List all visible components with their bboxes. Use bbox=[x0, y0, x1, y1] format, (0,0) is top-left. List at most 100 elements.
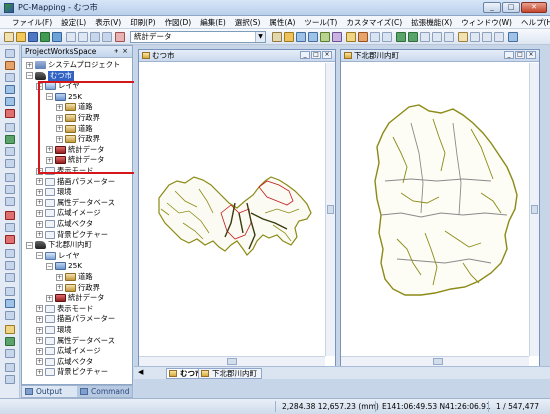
collapse-icon[interactable]: − bbox=[26, 241, 33, 249]
polygon-tool-icon[interactable] bbox=[5, 135, 15, 144]
copy-icon[interactable] bbox=[52, 32, 62, 42]
menu-tools[interactable]: ツール(T) bbox=[304, 17, 337, 28]
maximize-button[interactable]: □ bbox=[515, 51, 525, 59]
select-icon[interactable] bbox=[358, 32, 368, 42]
split-tool-icon[interactable] bbox=[5, 261, 15, 270]
refresh-icon[interactable] bbox=[332, 32, 342, 42]
options-tool-icon[interactable] bbox=[5, 375, 15, 384]
horizontal-scrollbar[interactable] bbox=[139, 356, 325, 366]
tree-node[interactable]: + 広域イメージ bbox=[36, 346, 101, 356]
help-icon[interactable] bbox=[508, 32, 518, 42]
tree-node[interactable]: + 広域ベクタ bbox=[36, 219, 93, 229]
expand-icon[interactable]: + bbox=[36, 188, 43, 196]
zoom-out-icon[interactable] bbox=[308, 32, 318, 42]
pan-icon[interactable] bbox=[272, 32, 282, 42]
frame-icon[interactable] bbox=[420, 32, 430, 42]
vertical-scrollbar[interactable] bbox=[325, 63, 335, 356]
copy-tool-icon[interactable] bbox=[5, 223, 15, 232]
expand-icon[interactable]: + bbox=[56, 273, 63, 281]
save-icon[interactable] bbox=[28, 32, 38, 42]
save-all-icon[interactable] bbox=[40, 32, 50, 42]
grid-icon[interactable] bbox=[370, 32, 380, 42]
undo-icon[interactable] bbox=[90, 32, 100, 42]
tree-node[interactable]: + 表示モード bbox=[36, 304, 93, 314]
cut-tool-icon[interactable] bbox=[5, 235, 15, 244]
move-tool-icon[interactable] bbox=[5, 185, 15, 194]
tree-node[interactable]: + 広域イメージ bbox=[36, 208, 101, 218]
expand-icon[interactable]: + bbox=[36, 358, 43, 366]
zoom-fit-icon[interactable] bbox=[320, 32, 330, 42]
collapse-icon[interactable]: − bbox=[26, 72, 33, 80]
delete-tool-icon[interactable] bbox=[5, 211, 15, 220]
menu-settings[interactable]: 設定(L) bbox=[61, 17, 86, 28]
layer-icon[interactable] bbox=[115, 32, 125, 42]
tree-node[interactable]: − 25K bbox=[46, 261, 82, 271]
tree-node[interactable]: + 道路 bbox=[56, 272, 93, 282]
search-tool-icon[interactable] bbox=[5, 109, 15, 118]
menu-draw[interactable]: 作図(D) bbox=[165, 17, 192, 28]
layer-toggle-icon[interactable] bbox=[408, 32, 418, 42]
find-tool-icon[interactable] bbox=[5, 299, 15, 308]
expand-icon[interactable]: + bbox=[46, 294, 53, 302]
zoom-tool-icon[interactable] bbox=[5, 85, 15, 94]
expand-icon[interactable]: + bbox=[26, 61, 33, 69]
close-button[interactable]: × bbox=[322, 51, 332, 59]
paste-icon[interactable] bbox=[78, 32, 88, 42]
menu-extensions[interactable]: 拡張機能(X) bbox=[411, 17, 452, 28]
tab-prev-icon[interactable]: ◀ bbox=[138, 368, 143, 376]
expand-icon[interactable]: + bbox=[36, 337, 43, 345]
tree-node[interactable]: + システムプロジェクト bbox=[26, 60, 120, 70]
collapse-icon[interactable]: − bbox=[46, 262, 53, 270]
label-tool-icon[interactable] bbox=[5, 311, 15, 320]
menu-edit[interactable]: 編集(E) bbox=[200, 17, 226, 28]
tree-node[interactable]: − 下北郡川内町 bbox=[26, 240, 92, 250]
menu-window[interactable]: ウィンドウ(W) bbox=[461, 17, 512, 28]
chevron-down-icon[interactable]: ▼ bbox=[255, 32, 265, 42]
line-tool-icon[interactable] bbox=[5, 123, 15, 132]
area-tool-icon[interactable] bbox=[5, 337, 15, 346]
expand-icon[interactable]: + bbox=[36, 315, 43, 323]
expand-icon[interactable]: + bbox=[36, 220, 43, 228]
map-canvas-mutsu[interactable] bbox=[139, 63, 325, 357]
scroll-thumb[interactable] bbox=[531, 205, 538, 214]
tree-node[interactable]: + 背景ピクチャー bbox=[36, 230, 108, 240]
close-icon[interactable]: × bbox=[122, 46, 128, 57]
scroll-thumb[interactable] bbox=[227, 358, 237, 365]
tree-node[interactable]: + 背景ピクチャー bbox=[36, 367, 108, 377]
map-canvas-kawauchi[interactable] bbox=[341, 63, 529, 357]
expand-icon[interactable]: + bbox=[36, 347, 43, 355]
collapse-icon[interactable]: − bbox=[36, 252, 43, 260]
settings-icon[interactable] bbox=[482, 32, 492, 42]
tab-command[interactable]: Command bbox=[77, 386, 132, 397]
menu-select[interactable]: 選択(S) bbox=[235, 17, 261, 28]
menu-view[interactable]: 表示(V) bbox=[95, 17, 121, 28]
split-icon[interactable] bbox=[444, 32, 454, 42]
text-tool-icon[interactable] bbox=[5, 159, 15, 168]
close-button[interactable]: × bbox=[526, 51, 536, 59]
menu-attribute[interactable]: 属性(A) bbox=[269, 17, 295, 28]
measure-icon[interactable] bbox=[346, 32, 356, 42]
window-icon[interactable] bbox=[432, 32, 442, 42]
measure-tool-icon[interactable] bbox=[5, 287, 15, 296]
tree-node[interactable]: + 統計データ bbox=[46, 293, 104, 303]
tree-node[interactable]: + 環境 bbox=[36, 325, 72, 335]
maximize-button[interactable]: □ bbox=[311, 51, 321, 59]
tree-node[interactable]: + 行政界 bbox=[56, 283, 100, 293]
cut-icon[interactable] bbox=[66, 32, 76, 42]
expand-icon[interactable]: + bbox=[36, 326, 43, 334]
edit-tool-icon[interactable] bbox=[5, 61, 15, 70]
tree-node[interactable]: + 属性データベース bbox=[36, 198, 115, 208]
vertical-scrollbar[interactable] bbox=[529, 63, 539, 356]
expand-icon[interactable]: + bbox=[36, 178, 43, 186]
merge-tool-icon[interactable] bbox=[5, 249, 15, 258]
minimize-button[interactable]: _ bbox=[300, 51, 310, 59]
menu-file[interactable]: ファイル(F) bbox=[12, 17, 52, 28]
rotate-tool-icon[interactable] bbox=[5, 197, 15, 206]
pointer-tool-icon[interactable] bbox=[5, 49, 15, 58]
redo-icon[interactable] bbox=[102, 32, 112, 42]
horizontal-scrollbar[interactable] bbox=[341, 356, 529, 366]
doc-tab-kawauchi[interactable]: 下北郡川内町 bbox=[198, 368, 262, 379]
expand-icon[interactable]: + bbox=[56, 284, 63, 292]
map-window-kawauchi[interactable]: 下北郡川内町 _ □ × bbox=[340, 49, 540, 367]
grid-tool-icon[interactable] bbox=[5, 349, 15, 358]
